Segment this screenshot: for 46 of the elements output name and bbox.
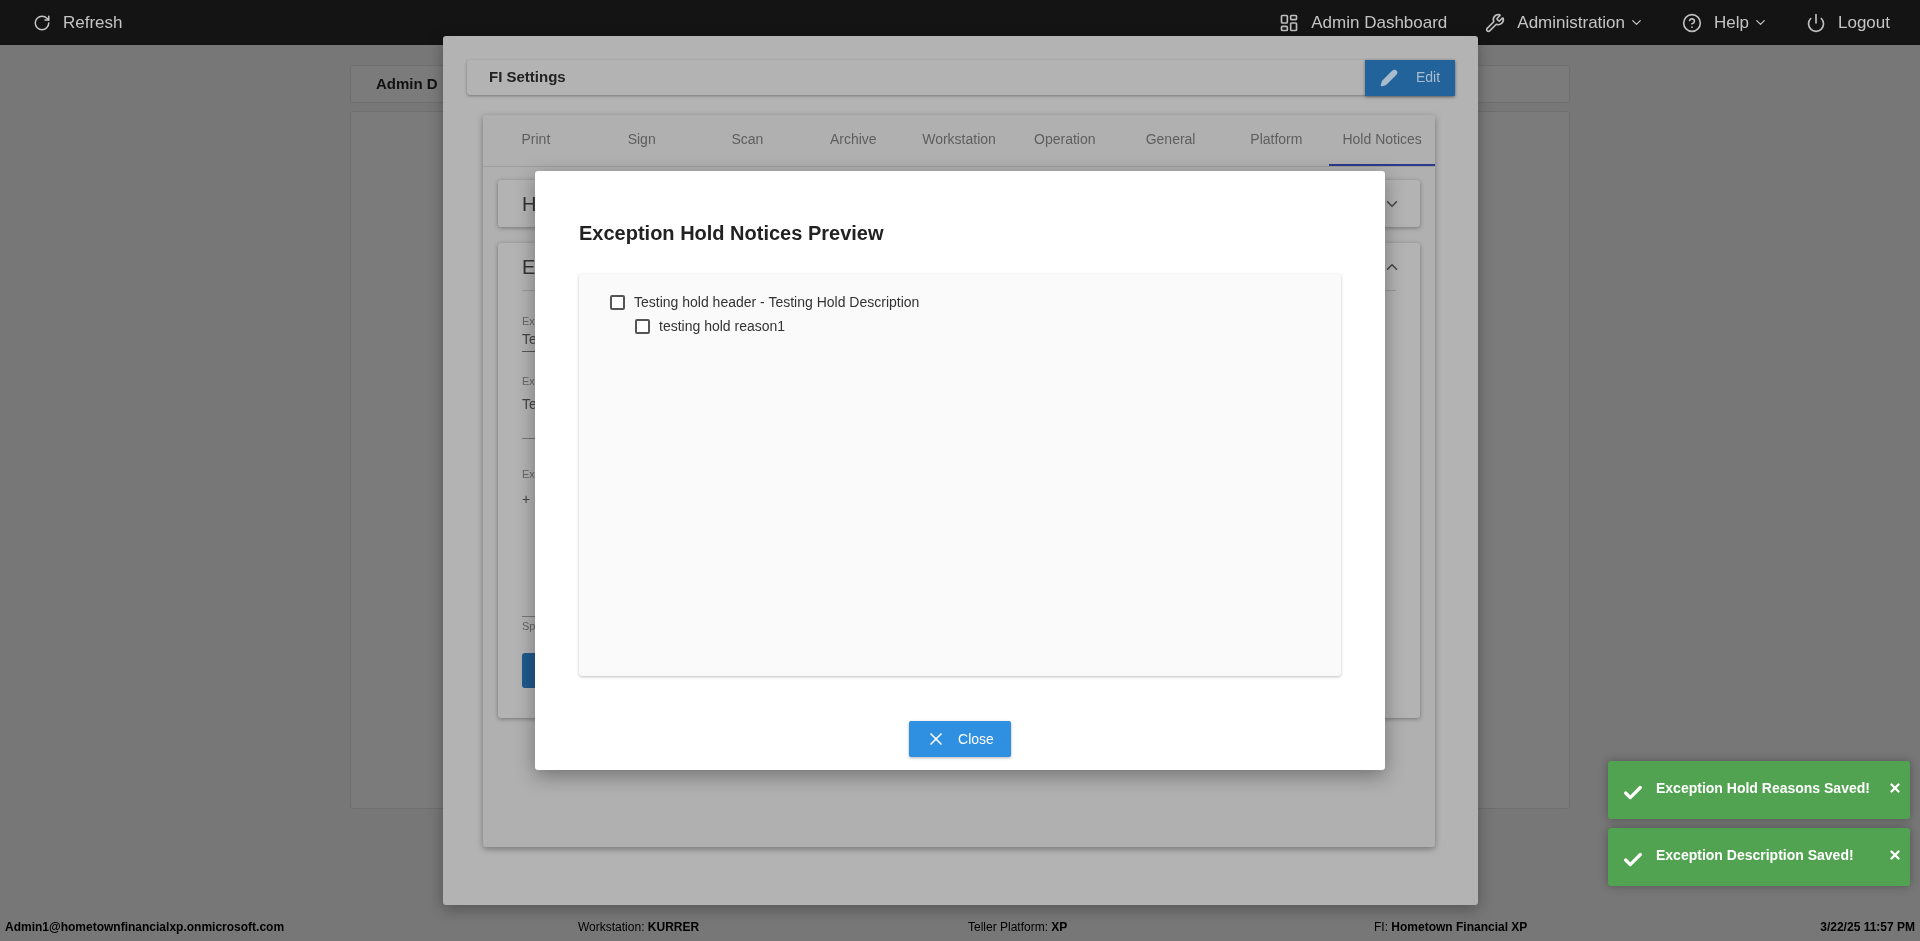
dialog-title: FI Settings xyxy=(489,67,566,88)
tab[interactable]: Workstation xyxy=(906,115,1012,166)
tree-item-label: Testing hold header - Testing Hold Description xyxy=(634,292,920,312)
toast-message: Exception Hold Reasons Saved! xyxy=(1656,779,1871,798)
power-icon xyxy=(1806,12,1826,33)
nav-menu-item[interactable]: Administration xyxy=(1485,9,1645,36)
workstation-info: Workstation: KURRER xyxy=(578,919,701,936)
add-item-link[interactable]: + xyxy=(522,489,535,509)
field-label: Ex xyxy=(522,467,535,481)
platform-info: Teller Platform: XP xyxy=(968,919,1069,936)
refresh-button[interactable]: Refresh xyxy=(33,9,123,36)
tree-item-label: testing hold reason1 xyxy=(659,316,786,336)
accordion-title: E xyxy=(522,254,536,280)
nav-menu-item[interactable]: Admin Dashboard xyxy=(1279,9,1448,36)
user-email: Admin1@hometownfinancialxp.onmicrosoft.com xyxy=(5,919,286,936)
toast-message: Exception Description Saved! xyxy=(1656,846,1855,865)
wrench-icon xyxy=(1485,12,1506,33)
accordion-title: H xyxy=(522,191,537,217)
tab[interactable]: Hold Notices xyxy=(1329,115,1436,166)
help-icon xyxy=(1682,12,1703,33)
close-button[interactable]: Close xyxy=(909,721,1011,757)
tab[interactable]: Operation xyxy=(1011,115,1118,166)
modal-title: Exception Hold Notices Preview xyxy=(579,221,885,246)
refresh-icon xyxy=(33,13,51,32)
fi-info: FI: Hometown Financial XP xyxy=(1374,919,1528,936)
field-label: Ex xyxy=(522,314,535,328)
tab[interactable]: Sign xyxy=(588,115,695,166)
dashboard-icon xyxy=(1279,12,1300,33)
close-icon[interactable] xyxy=(1888,848,1902,862)
tab[interactable]: General xyxy=(1117,115,1224,166)
tab[interactable]: Print xyxy=(483,115,589,166)
field-label: Ex xyxy=(522,374,535,388)
save-button[interactable] xyxy=(522,653,536,688)
close-icon[interactable] xyxy=(1888,781,1902,795)
tab[interactable]: Scan xyxy=(694,115,801,166)
card-title: Admin D xyxy=(376,73,438,94)
checkbox[interactable] xyxy=(610,294,625,310)
tab[interactable]: Platform xyxy=(1223,115,1330,166)
date-time: 3/22/25 11:57 PM xyxy=(1820,919,1915,936)
tab[interactable]: Archive xyxy=(800,115,907,166)
checkbox[interactable] xyxy=(635,318,650,334)
helper-text: Sp xyxy=(522,619,535,633)
nav-menu-item[interactable]: Logout xyxy=(1806,9,1890,36)
edit-button[interactable]: Edit xyxy=(1365,59,1455,96)
pencil-icon xyxy=(1379,68,1398,87)
nav-menu-item[interactable]: Help xyxy=(1682,9,1768,36)
